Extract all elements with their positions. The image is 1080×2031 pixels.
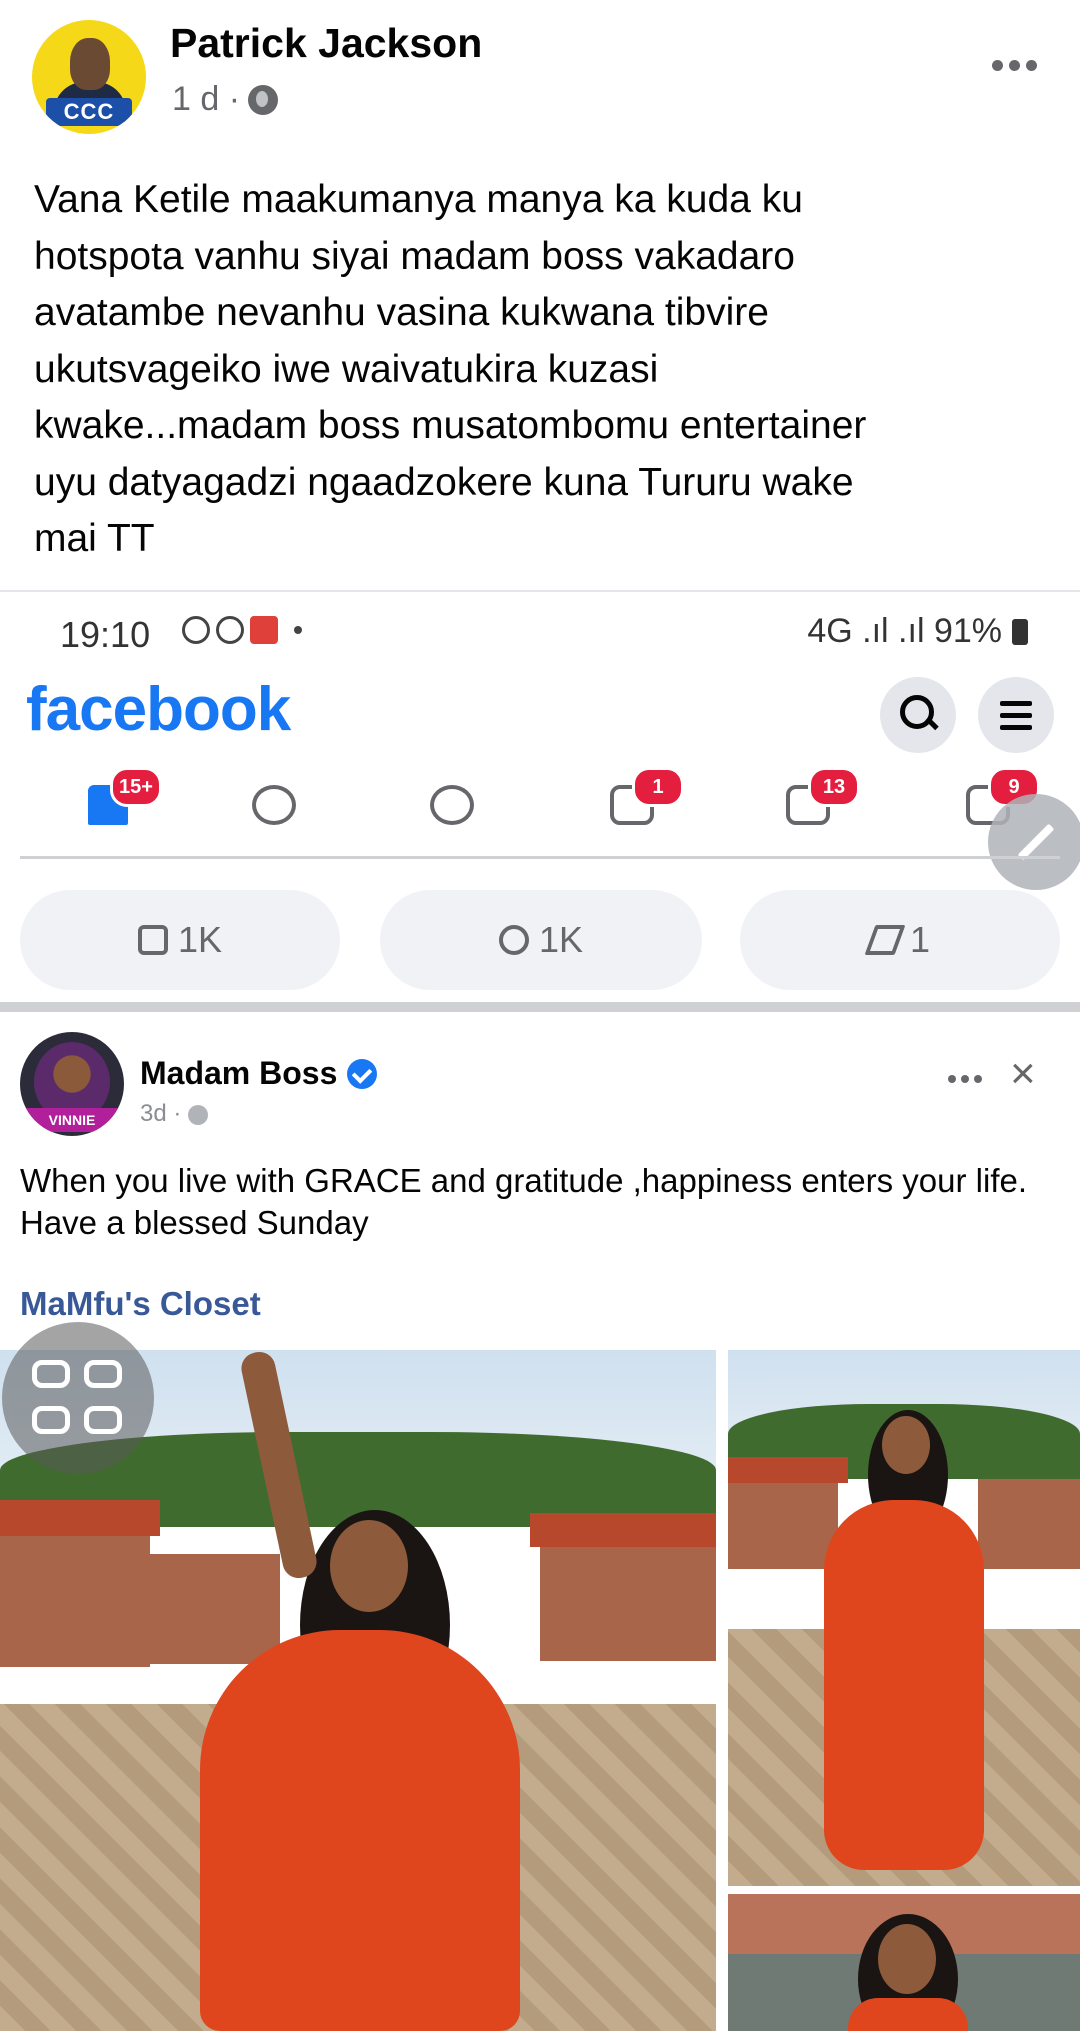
share-icon [864,925,906,955]
tab-videos[interactable]: 13 [756,767,860,837]
inner-post-meta: 3d · [140,1100,209,1128]
tab-friends[interactable] [222,767,322,837]
whatsapp-notif-icon [216,616,244,644]
facebook-logo[interactable]: facebook [26,674,291,745]
page-link[interactable]: MaMfu's Closet [20,1285,261,1323]
status-right: 4G .ıl .ıl 91% [807,612,1028,651]
close-icon[interactable]: × [1010,1052,1036,1096]
inner-author-name[interactable]: Madam Boss [140,1055,337,1092]
photo-right-bottom[interactable] [728,1894,1080,2031]
status-notification-icons [182,616,302,644]
gallery-overlay-icon[interactable] [2,1322,154,1474]
status-time: 19:10 [60,614,151,655]
messenger-icon [430,785,474,825]
author-name[interactable]: Patrick Jackson [170,20,482,67]
post-text: Vana Ketile maakumanya manya ka kuda ku … [34,178,867,560]
author-avatar[interactable]: CCC [32,20,146,134]
post-separator [0,1002,1080,1012]
inner-post-text: When you live with GRACE and gratitude ,… [20,1160,1060,1244]
inner-author-avatar[interactable]: VINNIE [20,1032,124,1136]
inner-more-icon[interactable] [948,1075,982,1083]
more-notif-dot-icon [294,626,302,634]
nav-divider [20,856,1060,859]
tab-messenger[interactable] [400,767,500,837]
post-time[interactable]: 1 d · [172,80,240,119]
comment-count: 1K [538,919,584,960]
inner-author[interactable]: Madam Boss [140,1055,378,1092]
inner-text-line: Have a blessed Sunday [20,1204,369,1241]
signal-battery-text: 4G .ıl .ıl 91% [807,612,1002,650]
shared-screenshot[interactable]: 19:10 4G .ıl .ıl 91% facebook 15+ 1 13 9 [0,590,1080,2031]
battery-icon [1012,618,1028,645]
globe-icon [188,1104,209,1125]
avatar-band: VINNIE [20,1108,124,1132]
like-button[interactable]: 1K [20,890,340,990]
app-notif-icon [250,616,278,644]
facebook-notif-icon [182,616,210,644]
home-badge: 15+ [110,767,162,807]
share-count: 1 [909,919,931,960]
more-options-icon[interactable] [992,60,1042,80]
inner-post-time[interactable]: 3d · [140,1100,181,1127]
videos-badge: 13 [808,767,860,807]
tab-home[interactable]: 15+ [58,767,162,837]
like-count: 1K [177,919,223,960]
friends-icon [252,785,296,825]
post-meta: 1 d · [172,80,279,119]
edit-pencil-icon[interactable] [988,794,1080,890]
thumbs-up-icon [137,925,168,955]
verified-badge-icon [347,1058,378,1089]
comment-button[interactable]: 1K [380,890,702,990]
comment-icon [498,925,529,955]
menu-button[interactable] [978,677,1054,753]
notifications-badge: 1 [632,767,684,807]
inner-text-line: When you live with GRACE and gratitude ,… [20,1162,1028,1199]
avatar-badge: CCC [46,98,132,126]
globe-icon [248,84,279,115]
avatar-face [70,38,110,90]
share-button[interactable]: 1 [740,890,1060,990]
search-button[interactable] [880,677,956,753]
tab-notifications[interactable]: 1 [580,767,684,837]
photo-right-top[interactable] [728,1350,1080,1886]
